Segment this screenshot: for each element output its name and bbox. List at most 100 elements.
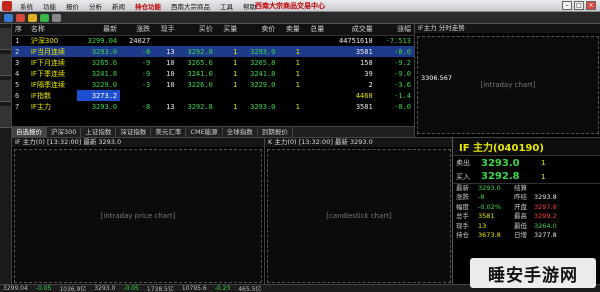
row-bid: 3241.0 bbox=[187, 69, 213, 78]
col-bidv[interactable]: 买量 bbox=[215, 24, 241, 36]
table-row[interactable]: 1 沪深300 3299.04 24027 44751618 -7.513 bbox=[12, 35, 414, 46]
stat-value: 3277.8 bbox=[534, 230, 557, 239]
row-idx: 2 bbox=[12, 46, 28, 57]
stat-value: 13 bbox=[478, 221, 487, 230]
maximize-icon[interactable]: □ bbox=[574, 1, 584, 10]
stat-value: 3581 bbox=[478, 212, 495, 221]
row-bidv: 1 bbox=[215, 46, 241, 57]
side-tab-quote[interactable] bbox=[0, 28, 11, 50]
row-last: 3299.04 bbox=[87, 36, 118, 45]
stat-value bbox=[534, 184, 574, 193]
tab-shenzhen-index[interactable]: 深证指数 bbox=[116, 126, 152, 138]
menu-item-news[interactable]: 新闻 bbox=[107, 1, 130, 11]
col-tot[interactable]: 总量 bbox=[302, 24, 328, 36]
toolbar-order-icon[interactable] bbox=[40, 13, 49, 22]
row-hand bbox=[153, 35, 177, 46]
table-row[interactable]: 4 IF下季连续 3241.8 -9 10 3241.0 1 3241.8 1 … bbox=[12, 68, 414, 79]
minimize-icon[interactable]: – bbox=[562, 1, 572, 10]
menu-item-tools[interactable]: 工具 bbox=[215, 1, 238, 11]
mini-chart-placeholder: [intraday chart] bbox=[417, 36, 599, 134]
row-askv: 1 bbox=[295, 102, 300, 111]
row-chg: -8 bbox=[141, 102, 151, 111]
tab-shanghai-index[interactable]: 上证指数 bbox=[81, 126, 117, 138]
menu-item-analysis[interactable]: 分析 bbox=[84, 1, 107, 11]
row-askv bbox=[278, 90, 302, 101]
row-last: 3241.8 bbox=[91, 69, 118, 78]
col-hand[interactable]: 现手 bbox=[153, 24, 178, 36]
col-chg[interactable]: 涨跌 bbox=[120, 24, 154, 36]
row-vol: 39 bbox=[364, 69, 373, 78]
col-vol[interactable]: 成交量 bbox=[327, 24, 376, 36]
buy-volume: 1 bbox=[541, 172, 546, 181]
tab-cme-energy[interactable]: CME能源 bbox=[186, 126, 223, 138]
stat-label: 涨跌 bbox=[456, 193, 469, 202]
row-hand: 10 bbox=[166, 58, 175, 67]
table-row[interactable]: 2 IF当月连续 3293.0 -8 13 3292.8 1 3293.0 1 … bbox=[12, 46, 414, 57]
table-row[interactable]: 7 IF主力 3293.0 -8 13 3292.8 1 3293.0 1 35… bbox=[12, 101, 414, 112]
stat-value: 3297.8 bbox=[534, 202, 557, 211]
table-row[interactable]: 6 IF指数 3273.2 4460 -1.4 bbox=[12, 90, 414, 101]
menu-item-function[interactable]: 功能 bbox=[38, 1, 61, 11]
menu-item-system[interactable]: 系统 bbox=[15, 1, 38, 11]
row-tot bbox=[303, 68, 327, 79]
tab-global-index[interactable]: 全球指数 bbox=[223, 126, 258, 138]
row-pct: -3.6 bbox=[394, 80, 411, 89]
row-tot bbox=[302, 46, 328, 57]
close-icon[interactable]: × bbox=[586, 1, 596, 10]
left-side-strip bbox=[0, 24, 12, 292]
toolbar-quote-icon[interactable] bbox=[4, 13, 13, 22]
toolbar-kline-icon[interactable] bbox=[28, 13, 37, 22]
col-last[interactable]: 最新 bbox=[76, 24, 121, 36]
row-tot bbox=[303, 35, 327, 46]
kline-chart-panel: K 主力(0) [13:32:00] 最新 3293.0 [candlestic… bbox=[264, 137, 452, 284]
buy-row[interactable]: 买入 3292.8 1 bbox=[453, 170, 600, 184]
table-row[interactable]: 3 IF下月连续 3265.6 -9 10 3265.6 1 3265.8 1 … bbox=[12, 57, 414, 68]
side-tab-info[interactable] bbox=[0, 106, 11, 128]
stat-value: -0.02% bbox=[478, 202, 501, 211]
tab-expiry-quote[interactable]: 到期报价 bbox=[258, 126, 293, 138]
buy-price: 3292.8 bbox=[481, 171, 520, 182]
stat-label: 昨结 bbox=[514, 193, 527, 202]
row-vol: 158 bbox=[360, 58, 373, 67]
tab-hs300[interactable]: 沪深300 bbox=[47, 126, 82, 138]
side-tab-news[interactable] bbox=[0, 80, 11, 102]
quote-table: 序 名称 最新 涨跌 现手 买价 买量 卖价 卖量 总量 成交量 涨幅 1 沪深… bbox=[12, 24, 414, 112]
table-row[interactable]: 5 IF隔季连续 3229.0 -3 10 3226.0 1 3229.0 1 … bbox=[12, 79, 414, 90]
col-ask[interactable]: 卖价 bbox=[240, 24, 279, 36]
col-pct[interactable]: 涨幅 bbox=[375, 24, 414, 36]
col-bid[interactable]: 买价 bbox=[177, 24, 216, 36]
row-ask bbox=[240, 35, 278, 46]
row-askv: 1 bbox=[295, 80, 300, 89]
stat-label: 日增 bbox=[514, 230, 527, 239]
menu-item-position[interactable]: 持仓功能 bbox=[130, 1, 166, 11]
kline-chart-header: K 主力(0) [13:32:00] 最新 3293.0 bbox=[265, 138, 452, 147]
row-idx: 1 bbox=[15, 36, 20, 45]
row-chg bbox=[120, 90, 153, 101]
stat-value: 3264.0 bbox=[534, 221, 557, 230]
col-askv[interactable]: 卖量 bbox=[278, 24, 303, 36]
col-name[interactable]: 名称 bbox=[27, 24, 77, 36]
sell-volume: 1 bbox=[541, 159, 546, 167]
stat-value: 3293.0 bbox=[478, 184, 501, 192]
row-chg: -9 bbox=[141, 58, 151, 67]
menu-item-quote[interactable]: 报价 bbox=[61, 1, 84, 11]
col-idx[interactable]: 序 bbox=[12, 24, 28, 36]
row-name: 沪深300 bbox=[30, 36, 59, 45]
menu-item-southwest[interactable]: 西南大宗商品 bbox=[166, 1, 215, 11]
tab-watchlist[interactable]: 自选报价 bbox=[12, 126, 47, 138]
row-ask: 3229.0 bbox=[250, 80, 276, 89]
row-chg: -9 bbox=[141, 69, 151, 78]
tab-usd-rate[interactable]: 美元汇率 bbox=[151, 126, 187, 138]
toolbar-chart-icon[interactable] bbox=[16, 13, 25, 22]
side-tab-trade[interactable] bbox=[0, 54, 11, 76]
row-hand bbox=[153, 90, 177, 101]
stat-label: 最高 bbox=[514, 212, 527, 221]
intraday-chart-placeholder: [intraday price chart] bbox=[14, 149, 262, 283]
row-name: IF主力 bbox=[30, 102, 51, 111]
row-pct: -7.513 bbox=[385, 36, 411, 45]
toolbar-settings-icon[interactable] bbox=[52, 13, 61, 22]
sell-row[interactable]: 卖出 3293.0 1 bbox=[453, 156, 600, 170]
row-askv: 1 bbox=[278, 46, 303, 57]
stat-value: 3299.2 bbox=[534, 212, 557, 221]
toolbar bbox=[0, 12, 600, 24]
